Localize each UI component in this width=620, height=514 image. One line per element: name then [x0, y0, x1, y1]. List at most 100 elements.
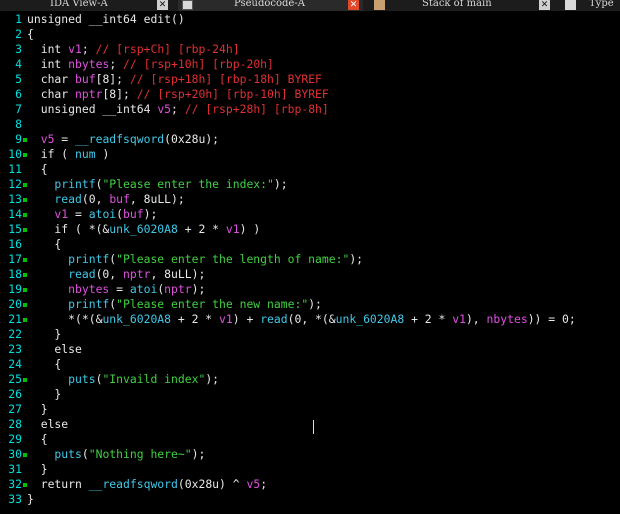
code-line[interactable]: 31 }: [0, 462, 620, 477]
line-number: 31: [8, 462, 22, 476]
line-number: 33: [8, 492, 22, 506]
line-number: 13: [8, 192, 22, 206]
code-token: )) = 0;: [527, 312, 576, 326]
close-icon[interactable]: ✕: [539, 0, 550, 10]
code-text: if ( num ): [27, 147, 110, 162]
close-icon[interactable]: ✕: [348, 0, 359, 10]
tab-pseudocode[interactable]: Pseudocode-A ✕: [178, 0, 363, 11]
pseudocode-view[interactable]: 1 unsigned __int64 edit() 2{3 int v1; // […: [0, 12, 620, 514]
close-icon[interactable]: ✕: [157, 0, 168, 10]
code-line[interactable]: 16 {: [0, 237, 620, 252]
code-token: nptr: [123, 267, 151, 281]
code-line[interactable]: 9 v5 = __readfsqword(0x28u);: [0, 132, 620, 147]
code-token: unk_6020A8: [335, 312, 405, 326]
code-line[interactable]: 14 v1 = atoi(buf);: [0, 207, 620, 222]
line-number: 11: [8, 162, 22, 176]
code-text: {: [27, 357, 61, 372]
code-token: num: [75, 147, 96, 161]
line-number: 32: [8, 477, 22, 491]
code-line[interactable]: 33}: [0, 492, 620, 507]
code-token: read: [260, 312, 288, 326]
line-number: 1: [15, 12, 22, 26]
stack-icon: [374, 0, 385, 10]
code-token: unsigned __int64 edit(): [27, 12, 185, 26]
code-line[interactable]: 5 char buf[8]; // [rsp+18h] [rbp-18h] BY…: [0, 72, 620, 87]
code-token: =: [109, 282, 130, 296]
code-line[interactable]: 29 {: [0, 432, 620, 447]
code-token: {: [27, 27, 34, 41]
code-token: }: [27, 402, 48, 416]
code-token: ;: [260, 477, 268, 491]
document-icon: [182, 0, 193, 10]
code-text: v1 = atoi(buf);: [27, 207, 157, 222]
code-token: ;: [171, 102, 185, 116]
code-line[interactable]: 6 char nptr[8]; // [rsp+20h] [rbp-10h] B…: [0, 87, 620, 102]
code-line[interactable]: 20 printf("Please enter the new name:");: [0, 297, 620, 312]
line-number: 5: [15, 72, 22, 86]
line-number: 3: [15, 42, 22, 56]
code-token: printf: [27, 252, 110, 266]
code-text: char nptr[8]; // [rsp+20h] [rbp-10h] BYR…: [27, 87, 329, 102]
code-line[interactable]: 7 unsigned __int64 v5; // [rsp+28h] [rbp…: [0, 102, 620, 117]
tab-label: Type: [589, 0, 614, 9]
code-line[interactable]: 15 if ( *(&unk_6020A8 + 2 * v1) ): [0, 222, 620, 237]
code-line[interactable]: 19 nbytes = atoi(nptr);: [0, 282, 620, 297]
code-line[interactable]: 13 read(0, buf, 8uLL);: [0, 192, 620, 207]
code-token: (: [116, 207, 124, 221]
code-text: {: [27, 432, 48, 447]
code-line[interactable]: 28 else: [0, 417, 620, 432]
line-number: 17: [8, 252, 22, 266]
code-token: (0x28u) ^: [177, 477, 247, 491]
code-text: unsigned __int64 v5; // [rsp+28h] [rbp-8…: [27, 102, 329, 117]
code-token: if ( *(&: [27, 222, 110, 236]
code-line[interactable]: 24 {: [0, 357, 620, 372]
tab-label: IDA View-A: [50, 0, 108, 9]
code-token: // [rsp+28h] [rbp-8h]: [184, 102, 329, 116]
tab-type[interactable]: Type: [561, 0, 620, 11]
code-line[interactable]: 21 *(*(&unk_6020A8 + 2 * v1) + read(0, *…: [0, 312, 620, 327]
tab-ida-view[interactable]: IDA View-A ✕: [0, 0, 175, 11]
code-text: {: [27, 162, 48, 177]
code-line[interactable]: 30 puts("Nothing here~");: [0, 447, 620, 462]
text-cursor: [313, 420, 314, 434]
code-token: __readfsqword: [88, 477, 178, 491]
code-line[interactable]: 2{: [0, 27, 620, 42]
code-text: *(*(&unk_6020A8 + 2 * v1) + read(0, *(&u…: [27, 312, 576, 327]
code-token: char: [27, 72, 76, 86]
code-line[interactable]: 23 else: [0, 342, 620, 357]
code-line[interactable]: 1 unsigned __int64 edit(): [0, 12, 620, 27]
line-number: 24: [8, 357, 22, 371]
line-number: 12: [8, 177, 22, 191]
code-line[interactable]: 22 }: [0, 327, 620, 342]
code-token: nbytes: [68, 57, 110, 71]
tab-stack-of-main[interactable]: Stack of main ✕: [366, 0, 556, 11]
line-number: 10: [8, 147, 22, 161]
code-token: int: [27, 42, 69, 56]
code-token: atoi: [88, 207, 117, 221]
code-token: buf: [75, 72, 96, 86]
code-line[interactable]: 10 if ( num ): [0, 147, 620, 162]
line-number: 2: [15, 27, 22, 41]
code-text: printf("Please enter the index:");: [27, 177, 287, 192]
code-line[interactable]: 11 {: [0, 162, 620, 177]
code-token: buf: [109, 192, 130, 206]
code-line[interactable]: 17 printf("Please enter the length of na…: [0, 252, 620, 267]
line-number: 26: [8, 387, 22, 401]
line-number: 18: [8, 267, 22, 281]
code-token: nptr: [75, 87, 103, 101]
code-line[interactable]: 27 }: [0, 402, 620, 417]
code-line[interactable]: 12 printf("Please enter the index:");: [0, 177, 620, 192]
code-token: printf: [27, 177, 96, 191]
code-line[interactable]: 26 }: [0, 387, 620, 402]
code-text: nbytes = atoi(nptr);: [27, 282, 205, 297]
code-token: return: [27, 477, 89, 491]
code-line[interactable]: 32 return __readfsqword(0x28u) ^ v5;: [0, 477, 620, 492]
code-line[interactable]: 18 read(0, nptr, 8uLL);: [0, 267, 620, 282]
code-text: printf("Please enter the length of name:…: [27, 252, 363, 267]
code-line[interactable]: 4 int nbytes; // [rsp+10h] [rbp-20h]: [0, 57, 620, 72]
code-line[interactable]: 8: [0, 117, 620, 132]
code-line[interactable]: 25 puts("Invaild index");: [0, 372, 620, 387]
code-text: }: [27, 402, 48, 417]
code-token: {: [27, 357, 62, 371]
code-line[interactable]: 3 int v1; // [rsp+Ch] [rbp-24h]: [0, 42, 620, 57]
